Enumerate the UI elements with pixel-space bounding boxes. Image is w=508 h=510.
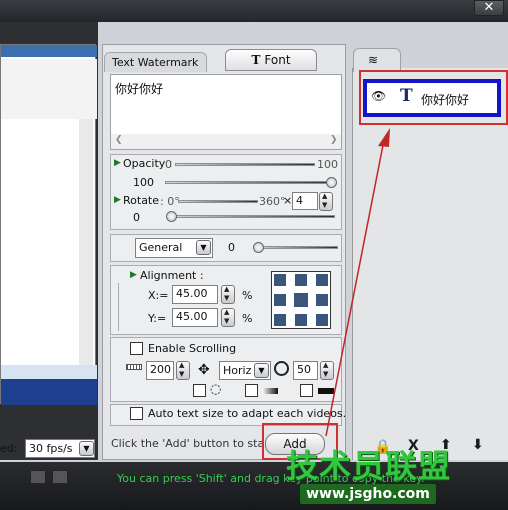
annotation-arrow — [325, 128, 390, 437]
brand-watermark: 技术员联盟 — [286, 447, 452, 485]
brand-url: www.jsgho.com — [300, 484, 436, 504]
